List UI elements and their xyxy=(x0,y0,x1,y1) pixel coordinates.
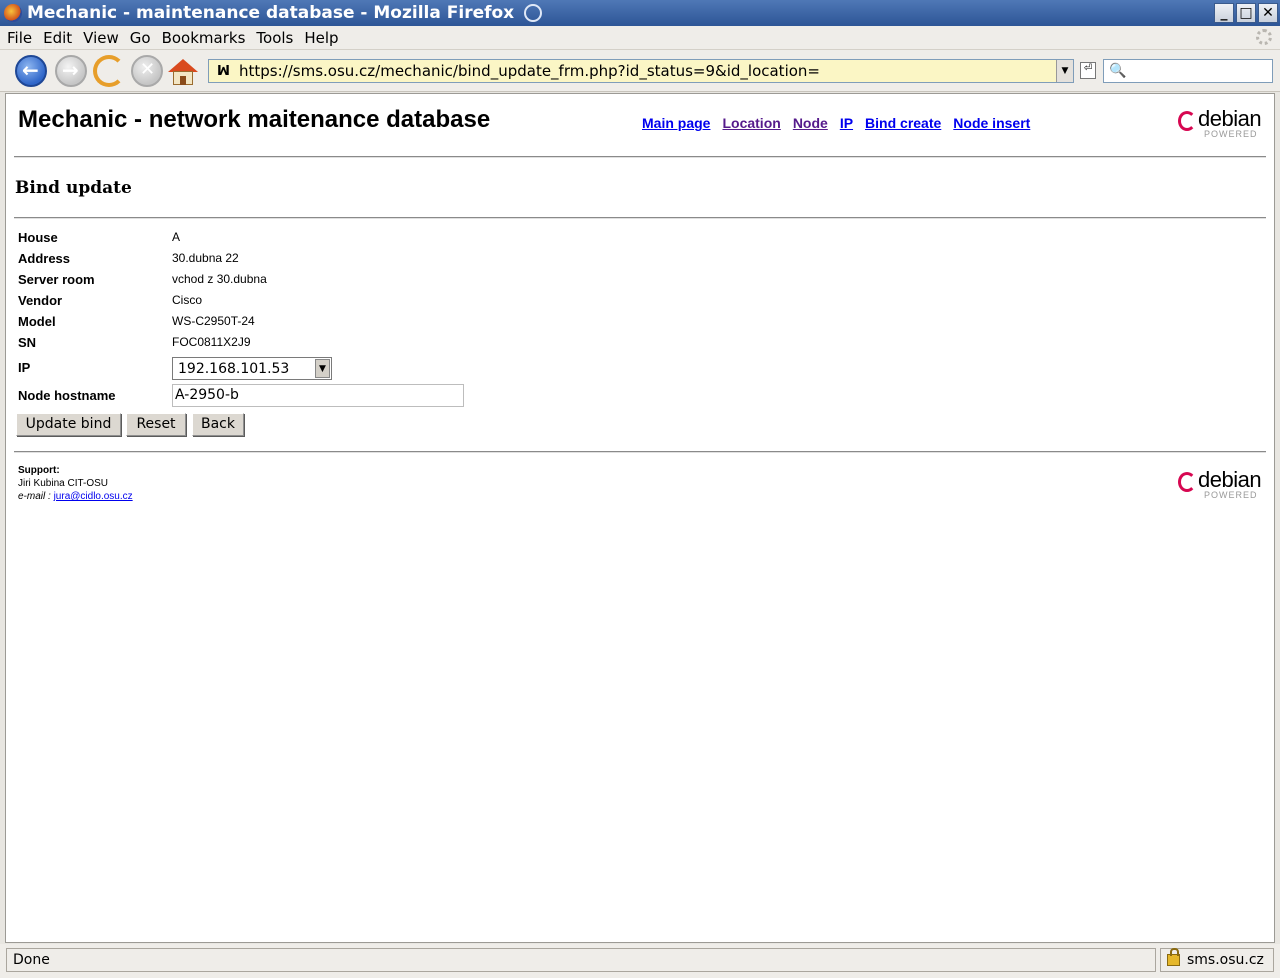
url-bar[interactable]: ꟽ ▼ xyxy=(208,59,1074,83)
nav-bind-create[interactable]: Bind create xyxy=(865,115,941,131)
url-dropdown-button[interactable]: ▼ xyxy=(1056,60,1073,82)
debian-swirl-icon xyxy=(1178,111,1196,131)
nav-main-page[interactable]: Main page xyxy=(642,115,710,131)
support-label: Support: xyxy=(18,465,60,476)
url-input[interactable] xyxy=(237,61,1057,81)
email-label: e-mail : xyxy=(18,491,51,502)
throbber-icon xyxy=(1256,29,1272,45)
status-host: sms.osu.cz xyxy=(1187,952,1264,968)
go-icon[interactable]: ⏎ xyxy=(1080,62,1096,79)
support-email-line: e-mail : jura@cidlo.osu.cz xyxy=(18,490,133,503)
status-text: Done xyxy=(6,948,1156,972)
minimize-button[interactable]: _ xyxy=(1214,3,1234,23)
form-buttons: Update bind Reset Back xyxy=(16,413,518,439)
footer: Support: Jiri Kubina CIT-OSU e-mail : ju… xyxy=(18,464,133,503)
field-node-hostname: Node hostname A-2950-b xyxy=(18,384,518,414)
field-ip: IP 192.168.101.53 ▼ xyxy=(18,357,518,386)
forward-arrow-icon: → xyxy=(62,58,79,82)
menu-go[interactable]: Go xyxy=(126,29,155,47)
home-button[interactable] xyxy=(168,55,200,87)
divider xyxy=(14,451,1266,453)
back-button[interactable]: ← xyxy=(15,55,47,87)
window-titlebar: Mechanic - maintenance database - Mozill… xyxy=(0,0,1280,26)
stop-icon: ✕ xyxy=(140,59,156,80)
top-navigation: Main page Location Node IP Bind create N… xyxy=(642,115,1030,131)
back-arrow-icon: ← xyxy=(22,58,39,82)
search-engine-icon[interactable]: 🔍 xyxy=(1109,63,1126,79)
nav-node[interactable]: Node xyxy=(793,115,828,131)
window-controls: _ □ ✕ xyxy=(1214,3,1278,23)
debian-powered-logo-footer: debian POWERED xyxy=(1178,467,1262,500)
menu-help[interactable]: Help xyxy=(300,29,342,47)
forward-button[interactable]: → xyxy=(55,55,87,87)
debian-swirl-icon xyxy=(1178,472,1196,492)
firefox-icon xyxy=(4,4,22,22)
divider xyxy=(14,156,1266,158)
padlock-icon xyxy=(1167,948,1180,966)
nav-node-insert[interactable]: Node insert xyxy=(953,115,1030,131)
site-icon: ꟽ xyxy=(217,63,230,79)
nav-ip[interactable]: IP xyxy=(840,115,853,131)
status-bar: Done sms.osu.cz xyxy=(0,944,1280,978)
search-box[interactable]: 🔍 xyxy=(1103,59,1273,83)
menu-bookmarks[interactable]: Bookmarks xyxy=(158,29,250,47)
window-title: Mechanic - maintenance database - Mozill… xyxy=(27,3,515,23)
menu-view[interactable]: View xyxy=(79,29,123,47)
maximize-button[interactable]: □ xyxy=(1236,3,1256,23)
field-vendor: Vendor Cisco xyxy=(18,293,203,308)
support-name: Jiri Kubina CIT-OSU xyxy=(18,478,109,489)
page-content: Mechanic - network maitenance database M… xyxy=(5,93,1275,943)
nav-location[interactable]: Location xyxy=(722,115,780,131)
reset-button[interactable]: Reset xyxy=(126,413,186,436)
field-server-room: Server room vchod z 30.dubna xyxy=(18,272,267,287)
field-house: House A xyxy=(18,230,181,245)
menu-bar: File Edit View Go Bookmarks Tools Help xyxy=(0,26,1280,50)
close-button[interactable]: ✕ xyxy=(1258,3,1278,23)
navigation-toolbar: ← → ✕ ꟽ ▼ ⏎ 🔍 xyxy=(0,50,1280,92)
site-title: Mechanic - network maitenance database xyxy=(18,106,491,133)
hostname-input[interactable]: A-2950-b xyxy=(172,384,464,407)
menu-edit[interactable]: Edit xyxy=(39,29,76,47)
gnome-spiral-icon xyxy=(524,4,543,22)
field-model: Model WS-C2950T-24 xyxy=(18,314,255,329)
menu-file[interactable]: File xyxy=(3,29,36,47)
email-link[interactable]: jura@cidlo.osu.cz xyxy=(54,491,133,502)
chevron-down-icon[interactable]: ▼ xyxy=(315,359,330,378)
field-address: Address 30.dubna 22 xyxy=(18,251,239,266)
back-form-button[interactable]: Back xyxy=(192,413,244,436)
debian-powered-logo: debian POWERED xyxy=(1178,106,1262,139)
menu-tools[interactable]: Tools xyxy=(252,29,297,47)
reload-button[interactable] xyxy=(93,55,125,87)
security-indicator[interactable]: sms.osu.cz xyxy=(1160,948,1274,972)
stop-button[interactable]: ✕ xyxy=(131,55,163,87)
field-sn: SN FOC0811X2J9 xyxy=(18,335,251,350)
home-icon xyxy=(168,59,198,85)
page-heading: Bind update xyxy=(15,178,132,198)
divider xyxy=(14,217,1266,219)
update-bind-button[interactable]: Update bind xyxy=(16,413,121,436)
ip-select[interactable]: 192.168.101.53 ▼ xyxy=(172,357,332,380)
